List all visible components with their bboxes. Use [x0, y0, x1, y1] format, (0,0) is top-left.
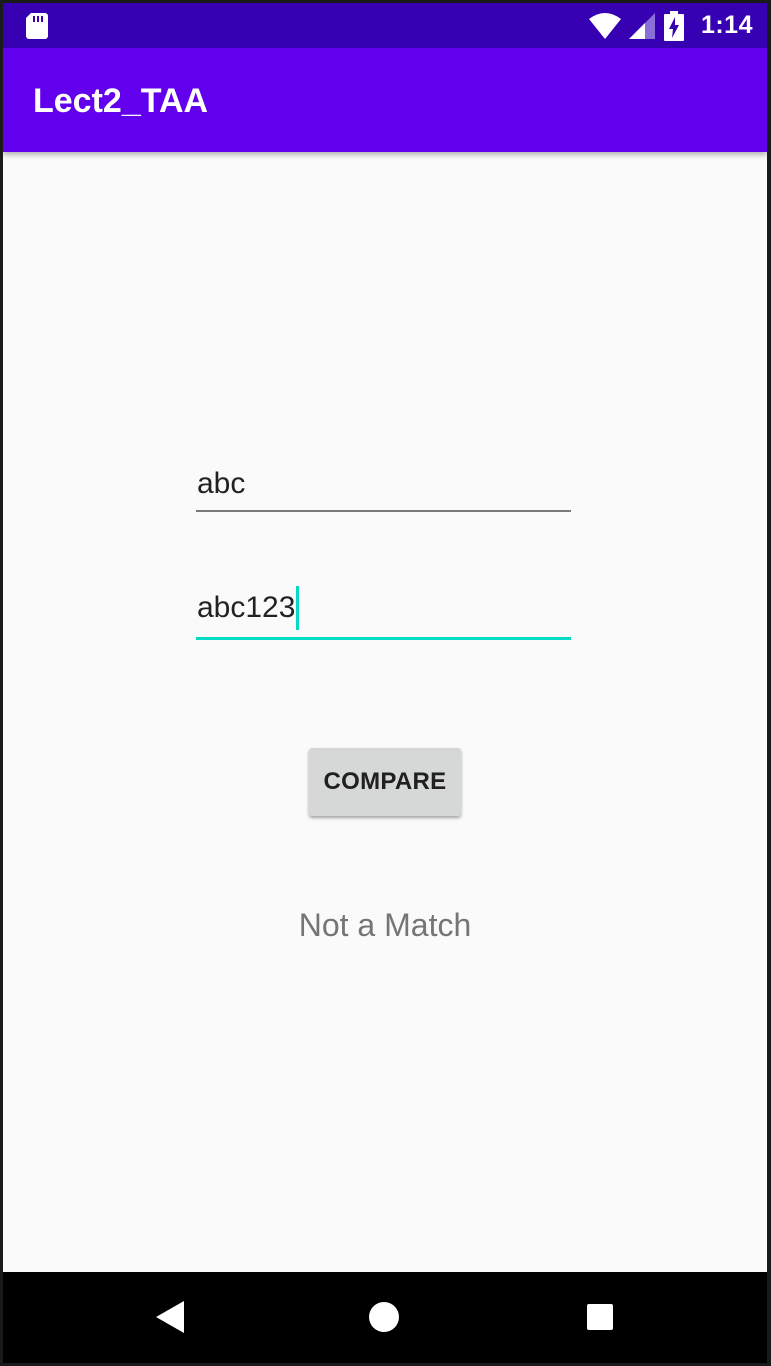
first-text-input[interactable]: abc	[196, 452, 571, 512]
text-cursor	[296, 586, 300, 630]
second-input-underline	[196, 637, 571, 640]
second-input-value: abc123	[197, 586, 300, 630]
sd-card-icon	[26, 13, 48, 39]
home-button[interactable]	[367, 1300, 401, 1334]
app-bar: Lect2_TAA	[3, 48, 767, 152]
compare-button[interactable]: COMPARE	[309, 748, 461, 816]
navigation-bar	[3, 1272, 767, 1363]
status-bar: 1:14	[3, 3, 767, 48]
recents-button[interactable]	[583, 1300, 617, 1334]
main-content: abc abc123 COMPARE Not a Match	[3, 152, 767, 1272]
result-text: Not a Match	[298, 907, 472, 943]
wifi-icon	[588, 12, 621, 39]
home-icon	[369, 1302, 399, 1332]
app-title: Lect2_TAA	[33, 82, 209, 120]
cell-signal-icon	[628, 12, 655, 39]
recents-icon	[587, 1304, 613, 1330]
second-text-input[interactable]: abc123	[196, 580, 571, 640]
first-input-underline	[196, 510, 571, 512]
battery-charging-icon	[663, 10, 684, 41]
first-input-value: abc	[197, 467, 246, 500]
device-screen: 1:14 Lect2_TAA abc abc123 COMPARE Not a …	[3, 3, 767, 1363]
back-icon	[156, 1301, 184, 1333]
back-button[interactable]	[153, 1300, 187, 1334]
status-icons: 1:14	[588, 3, 753, 48]
status-time: 1:14	[700, 11, 753, 39]
